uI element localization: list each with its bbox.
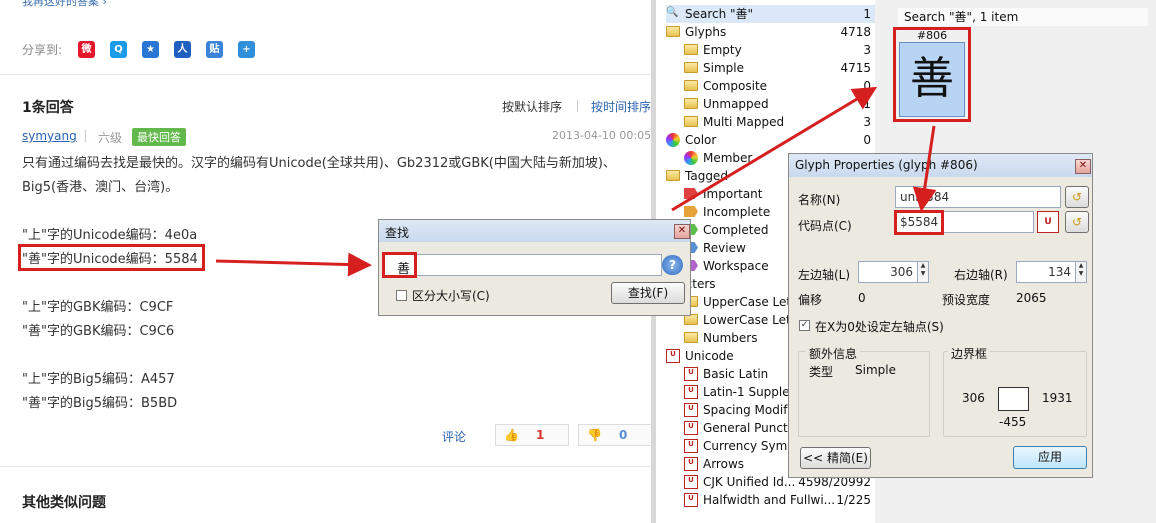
annotation-arrows [215,86,937,277]
arrow-to-find [215,252,372,277]
arrow-to-glyph [671,86,878,212]
arrow-to-codepoint [912,125,937,212]
